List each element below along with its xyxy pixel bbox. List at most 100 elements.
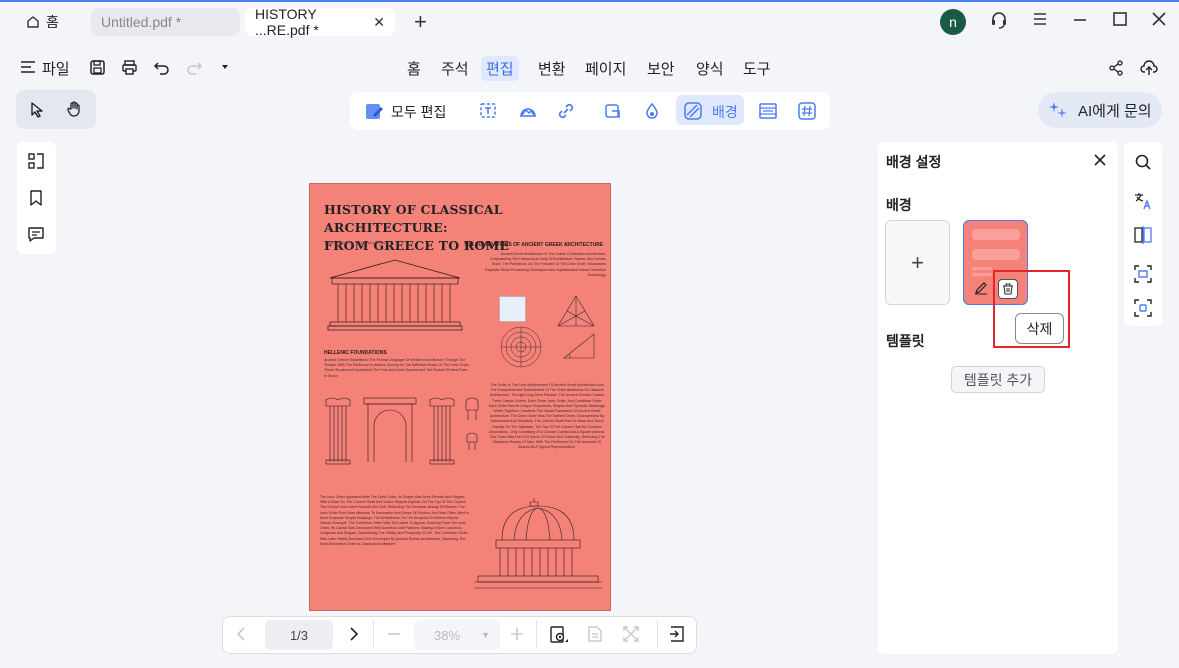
tab-untitled[interactable]: Untitled.pdf * (91, 8, 240, 36)
hand-icon[interactable] (66, 100, 84, 118)
delete-tooltip: 삭제 (1015, 313, 1064, 344)
tab-history-label: HISTORY ...RE.pdf * (255, 6, 319, 38)
zoom-level: 38% (434, 627, 461, 643)
crop-icon[interactable] (603, 101, 623, 121)
watermark-icon[interactable] (642, 101, 662, 121)
background-label: 배경 (712, 104, 738, 120)
accent-line (0, 0, 1179, 2)
file-menu[interactable]: 파일 (42, 58, 70, 79)
thumbnail-bar (972, 229, 1020, 240)
new-tab-button[interactable]: + (414, 9, 427, 35)
divider (536, 620, 537, 648)
document-subtitle: The Cornerstone Of Ancient Greece (324, 240, 388, 245)
selection-tools (16, 90, 96, 129)
ask-ai-label: AI에게 문의 (1078, 102, 1152, 120)
cloud-upload-icon[interactable] (1140, 59, 1158, 77)
zoom-in-icon[interactable] (509, 626, 525, 642)
view-mode-icon[interactable] (549, 625, 569, 645)
add-background-button[interactable]: + (885, 220, 950, 305)
circle-diagram (496, 322, 546, 372)
menu-convert[interactable]: 변환 (538, 58, 566, 79)
columns-illustration (324, 396, 484, 466)
file-menu-icon[interactable] (20, 59, 36, 75)
bookmark-icon[interactable] (27, 189, 45, 207)
screenshot-icon[interactable] (1133, 298, 1153, 318)
plus-icon: + (911, 249, 924, 275)
close-window-icon[interactable] (1150, 10, 1168, 28)
last-page-icon[interactable] (668, 625, 686, 643)
menu-edit[interactable]: 편집 (481, 56, 519, 81)
page-number-input[interactable]: 1/3 (265, 620, 333, 650)
section1-text: Ancient Greek Architecture Is The Cradle… (485, 252, 606, 277)
dropdown-arrow-icon[interactable] (220, 62, 230, 72)
pdf-page[interactable]: HISTORY OF CLASSICAL ARCHITECTURE: FROM … (309, 183, 611, 611)
ocr-icon[interactable] (1133, 264, 1153, 284)
maximize-icon[interactable] (1111, 10, 1129, 28)
white-square (499, 296, 526, 322)
ask-ai-button[interactable]: AI에게 문의 (1038, 92, 1162, 128)
angle-diagram (562, 330, 596, 360)
redo-icon[interactable] (186, 59, 203, 76)
save-icon[interactable] (89, 59, 106, 76)
thumbnail-line (972, 267, 992, 270)
thumbnail-bar (972, 249, 1020, 260)
header-footer-icon[interactable] (758, 101, 778, 121)
menu-page[interactable]: 페이지 (585, 58, 626, 79)
tab-history[interactable]: HISTORY ...RE.pdf * ✕ (245, 6, 395, 38)
add-image-icon[interactable] (518, 101, 538, 121)
search-icon[interactable] (1134, 153, 1152, 171)
menu-security[interactable]: 보안 (647, 58, 675, 79)
headset-icon[interactable] (989, 10, 1009, 30)
menu-annotate[interactable]: 주석 (441, 58, 469, 79)
section1-heading: THE FOUNDATIONS OF ANCIENT GREEK ARCHITE… (464, 242, 604, 248)
minimize-icon[interactable] (1071, 10, 1089, 28)
panel-title: 배경 설정 (886, 154, 942, 170)
tab-untitled-label: Untitled.pdf * (101, 14, 182, 30)
add-template-button[interactable]: 템플릿 추가 (951, 366, 1045, 393)
select-arrow-icon[interactable] (29, 101, 46, 118)
background-icon (683, 101, 703, 121)
edit-all-icon[interactable] (364, 101, 384, 121)
print-icon[interactable] (121, 59, 138, 76)
home-icon (26, 15, 40, 29)
thumbnails-icon[interactable] (27, 152, 45, 170)
triangle-diagram (556, 294, 596, 328)
tab-home-label: 홈 (46, 14, 59, 30)
reading-mode-icon[interactable] (586, 625, 604, 643)
close-panel-icon[interactable] (1092, 152, 1108, 168)
background-settings-panel (878, 142, 1118, 654)
template-section-label: 템플릿 (886, 333, 925, 349)
ai-sparkle-icon (1048, 100, 1068, 120)
fullscreen-icon[interactable] (622, 625, 640, 643)
menu-icon[interactable] (1031, 10, 1049, 28)
menu-tools[interactable]: 도구 (743, 58, 771, 79)
thumbnail-line (972, 273, 992, 276)
compare-icon[interactable] (1133, 225, 1153, 245)
section2-text: Ancient Greece Established The Formal La… (324, 358, 470, 378)
zoom-dropdown-icon: ▼ (481, 630, 490, 640)
section4-text: The Ionic Order Appeared After The Doric… (320, 495, 470, 546)
previous-page-icon[interactable] (233, 626, 249, 642)
comment-icon[interactable] (27, 225, 45, 243)
bates-number-icon[interactable] (797, 101, 817, 121)
section3-text: The Order Is The Core Achievement Of Anc… (488, 383, 606, 450)
edit-pencil-icon[interactable] (974, 281, 988, 295)
translate-icon[interactable] (1133, 191, 1153, 211)
menu-home[interactable]: 홈 (407, 58, 421, 79)
background-section-label: 배경 (886, 197, 912, 213)
section2-heading: HELLENIC FOUNDATIONS (324, 350, 387, 356)
share-icon[interactable] (1108, 60, 1124, 76)
dome-illustration (472, 496, 604, 592)
edit-all-button[interactable]: 모두 편집 (391, 102, 446, 122)
undo-icon[interactable] (153, 59, 170, 76)
divider (373, 620, 374, 648)
next-page-icon[interactable] (346, 626, 362, 642)
menu-form[interactable]: 양식 (696, 58, 724, 79)
tab-home[interactable]: 홈 (16, 8, 84, 36)
close-tab-icon[interactable]: ✕ (373, 14, 385, 31)
add-text-icon[interactable] (479, 101, 499, 121)
avatar[interactable]: n (940, 9, 966, 35)
zoom-select[interactable]: 38% ▼ (414, 620, 500, 650)
zoom-out-icon[interactable] (386, 626, 402, 642)
add-link-icon[interactable] (556, 101, 576, 121)
